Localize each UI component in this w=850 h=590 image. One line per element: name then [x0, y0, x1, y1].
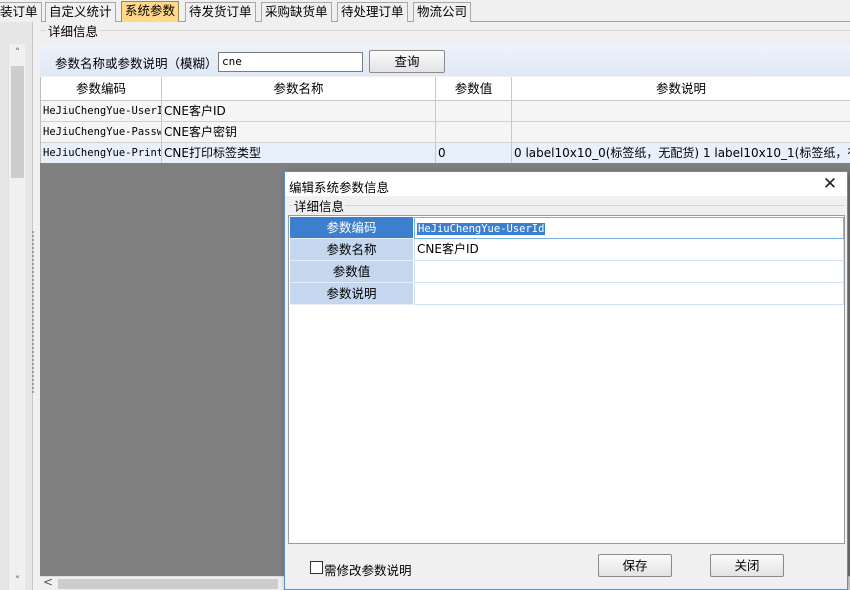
tab-purchase-shortage[interactable]: 采购缺货单	[261, 2, 332, 22]
dialog-group-title: 详细信息	[293, 196, 346, 215]
tab-install-orders[interactable]: 装订单	[0, 2, 42, 22]
cell-desc	[512, 122, 850, 143]
field-value-code[interactable]: HeJiuChengYue-UserId	[414, 217, 844, 239]
field-label-desc[interactable]: 参数说明	[290, 283, 413, 305]
field-value-code-text: HeJiuChengYue-UserId	[417, 223, 546, 235]
cell-name: CNE打印标签类型	[162, 143, 436, 164]
group-title: 详细信息	[46, 21, 101, 40]
cell-code: HeJiuChengYue-Passw	[41, 122, 162, 143]
column-header-name[interactable]: 参数名称	[162, 77, 436, 101]
cell-code: HeJiuChengYue-Print	[41, 143, 162, 164]
column-header-code[interactable]: 参数编码	[41, 77, 162, 101]
group-border	[40, 30, 850, 31]
field-value-desc[interactable]	[414, 283, 844, 305]
close-icon[interactable]: ✕	[817, 173, 843, 195]
table-row[interactable]: HeJiuChengYue-Passw CNE客户密钥	[41, 122, 850, 143]
modify-desc-checkbox-label[interactable]: 需修改参数说明	[324, 560, 412, 579]
left-scrollbar[interactable]: ˄ ˅	[8, 44, 25, 590]
tab-bar: 装订单 自定义统计 系统参数 待发货订单 采购缺货单 待处理订单 物流公司	[0, 0, 850, 22]
scroll-down-icon[interactable]: ˅	[9, 572, 26, 589]
table-row[interactable]: HeJiuChengYue-Print CNE打印标签类型 0 0 label1…	[41, 143, 850, 164]
field-value-name[interactable]: CNE客户ID	[414, 239, 844, 261]
cell-desc	[512, 101, 850, 122]
search-input[interactable]: cne	[218, 52, 363, 72]
cell-name: CNE客户密钥	[162, 122, 436, 143]
cell-desc: 0 label10x10_0(标签纸，无配货) 1 label10x10_1(标…	[512, 143, 850, 164]
tab-logistics[interactable]: 物流公司	[413, 2, 472, 22]
cell-value	[436, 101, 512, 122]
search-label: 参数名称或参数说明（模糊）	[55, 56, 218, 71]
field-label-value[interactable]: 参数值	[290, 261, 413, 283]
tab-custom-stats[interactable]: 自定义统计	[45, 2, 116, 22]
scroll-thumb[interactable]	[11, 66, 24, 178]
dialog-group-border	[289, 205, 845, 206]
scroll-thumb[interactable]	[58, 579, 278, 589]
modify-desc-checkbox[interactable]	[310, 561, 323, 574]
query-button[interactable]: 查询	[369, 50, 445, 73]
tab-pending-shipment[interactable]: 待发货订单	[185, 2, 256, 22]
close-button[interactable]: 关闭	[710, 554, 784, 577]
dialog-titlebar[interactable]: 编辑系统参数信息 ✕	[285, 172, 847, 196]
property-grid: 参数编码 HeJiuChengYue-UserId 参数名称 CNE客户ID 参…	[288, 215, 845, 544]
field-label-name[interactable]: 参数名称	[290, 239, 413, 261]
save-button[interactable]: 保存	[598, 554, 672, 577]
tab-pending-orders[interactable]: 待处理订单	[337, 2, 408, 22]
cell-value	[436, 122, 512, 143]
cell-value: 0	[436, 143, 512, 164]
params-grid: 参数编码 参数名称 参数值 参数说明 HeJiuChengYue-UserI C…	[40, 77, 850, 164]
column-header-desc[interactable]: 参数说明	[512, 77, 850, 101]
cell-name: CNE客户ID	[162, 101, 436, 122]
dialog-title: 编辑系统参数信息	[289, 180, 390, 195]
field-value-value[interactable]	[414, 261, 844, 283]
splitter-handle[interactable]	[31, 230, 35, 395]
cell-code: HeJiuChengYue-UserI	[41, 101, 162, 122]
table-row[interactable]: HeJiuChengYue-UserI CNE客户ID	[41, 101, 850, 122]
left-panel: ˄ ˅	[0, 22, 33, 590]
scroll-up-icon[interactable]: ˄	[9, 44, 26, 61]
column-header-value[interactable]: 参数值	[436, 77, 512, 101]
field-value-name-text: CNE客户ID	[417, 242, 479, 256]
edit-param-dialog: 编辑系统参数信息 ✕ 详细信息 参数编码 HeJiuChengYue-UserI…	[284, 171, 848, 590]
scroll-left-icon[interactable]: <	[43, 575, 53, 589]
field-label-code[interactable]: 参数编码	[290, 217, 413, 239]
tab-system-params[interactable]: 系统参数	[121, 1, 180, 22]
